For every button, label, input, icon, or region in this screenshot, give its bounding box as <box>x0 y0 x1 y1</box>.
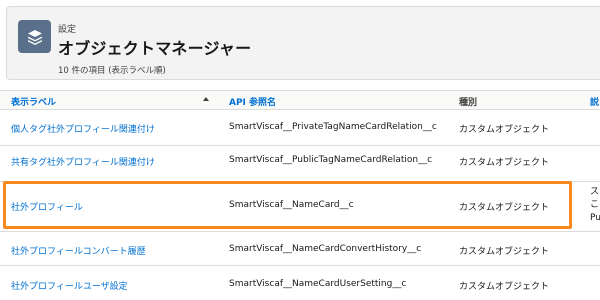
page-header: 設定 オブジェクトマネージャー 10 件の項目 (表示ラベル順) <box>6 6 600 80</box>
object-type: カスタムオブジェクト <box>459 158 550 168</box>
object-label-link[interactable]: 共有タグ社外プロフィール関連付け <box>11 155 155 168</box>
object-label-link[interactable]: 社外プロフィールコンバート履歴 <box>11 244 146 257</box>
breadcrumb[interactable]: 設定 <box>58 22 76 35</box>
object-type: カスタムオブジェクト <box>459 247 550 257</box>
object-label-link[interactable]: 社外プロフィールユーザ設定 <box>11 279 128 292</box>
item-count: 10 件の項目 (表示ラベル順) <box>58 66 166 76</box>
column-header-description[interactable]: 説 <box>590 95 599 108</box>
column-header-label[interactable]: 表示ラベル <box>11 95 56 108</box>
object-type: カスタムオブジェクト <box>459 125 550 135</box>
column-header-api-name[interactable]: API 参照名 <box>229 95 276 108</box>
api-name: SmartViscaf__PublicTagNameCardRelation__… <box>229 155 433 165</box>
object-type: カスタムオブジェクト <box>459 203 550 213</box>
api-name: SmartViscaf__NameCardUserSetting__c <box>229 279 407 289</box>
object-type: カスタムオブジェクト <box>459 282 550 292</box>
object-label-link[interactable]: 個人タグ社外プロフィール関連付け <box>11 122 155 135</box>
api-name: SmartViscaf__NameCardConvertHistory__c <box>229 244 422 254</box>
api-name: SmartViscaf__NameCard__c <box>229 200 354 210</box>
table-header: 表示ラベル API 参照名 種別 説 <box>0 90 600 110</box>
object-label-link[interactable]: 社外プロフィール <box>11 200 83 213</box>
page-title: オブジェクトマネージャー <box>58 39 252 58</box>
table-row: 社外プロフィールユーザ設定 SmartViscaf__NameCardUserS… <box>0 266 600 300</box>
table-row: 共有タグ社外プロフィール関連付け SmartViscaf__PublicTagN… <box>0 146 600 182</box>
layers-icon <box>18 20 51 53</box>
api-name: SmartViscaf__PrivateTagNameCardRelation_… <box>229 122 437 132</box>
column-header-type[interactable]: 種別 <box>459 95 477 108</box>
table-row: 社外プロフィールコンバート履歴 SmartViscaf__NameCardCon… <box>0 232 600 266</box>
table-row: 個人タグ社外プロフィール関連付け SmartViscaf__PrivateTag… <box>0 110 600 146</box>
table-row: 社外プロフィール SmartViscaf__NameCard__c カスタムオブ… <box>0 182 600 232</box>
object-description: ス こ Pu <box>590 187 600 223</box>
sort-ascending-icon[interactable] <box>203 97 209 101</box>
